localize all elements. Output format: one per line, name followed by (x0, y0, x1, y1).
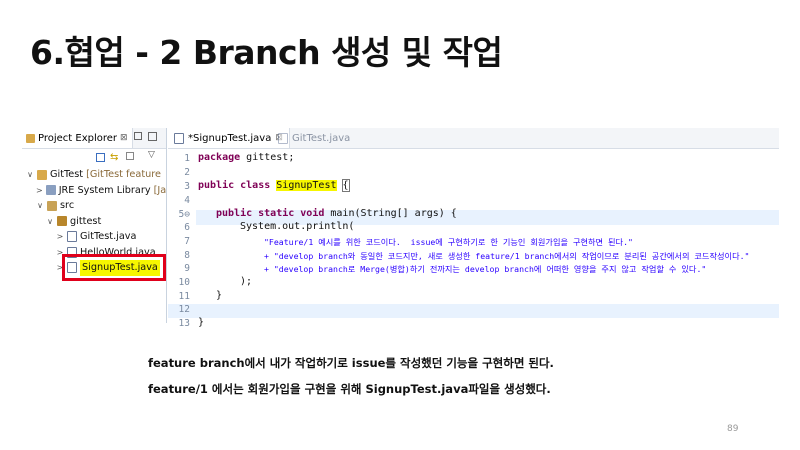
tree-item-src[interactable]: ∨ src (22, 198, 166, 214)
line-number: 10 (178, 277, 190, 288)
page-number: 89 (727, 424, 739, 434)
tree-item-label: GitTest (50, 169, 84, 180)
link-with-editor-icon[interactable]: ⇆ (110, 152, 118, 163)
tree-item-gittest-project[interactable]: ∨ GitTest [GitTest feature (22, 167, 166, 183)
line-number: 5⊖ (178, 209, 190, 220)
slide-title: 6.협업 - 2 Branch 생성 및 작업 (30, 33, 503, 72)
java-file-icon (174, 132, 184, 144)
line-number: 6 (184, 222, 190, 233)
code-editor: *SignupTest.java ⊠ GitTest.java 1 2 3 4 … (168, 128, 779, 329)
code-line-13: } (198, 317, 204, 328)
tab-gittest[interactable]: GitTest.java (272, 128, 356, 148)
code-line-3: public class SignupTest { (198, 179, 350, 192)
tab-project-explorer[interactable]: Project Explorer ⊠ (22, 128, 133, 148)
tree-item-decoration: [GitTest feature (86, 169, 161, 180)
tree-item-decoration: [Jav (153, 184, 167, 196)
package-icon (57, 216, 67, 227)
library-icon (45, 185, 56, 196)
code-text: gittest; (240, 152, 295, 163)
tree-item-jre[interactable]: > JRE System Library [Jav (22, 183, 166, 199)
explorer-toolbar: ⇆ ▽ (22, 149, 166, 167)
tab-label: GitTest.java (292, 132, 351, 144)
caption-line-2: feature/1 에서는 회원가입을 구현을 위해 SignupTest.ja… (148, 382, 551, 396)
code-line-1: package gittest; (198, 152, 294, 163)
tree-item-label: gittest (70, 215, 102, 227)
code-line-7: "Feature/1 예시를 위한 코드이다. issue에 구현하기로 한 기… (264, 236, 633, 248)
code-string: + "develop branch로 Merge(병합)하기 전까지는 deve… (264, 264, 707, 274)
line-13-highlight (168, 304, 779, 318)
line-number: 12 (178, 304, 190, 315)
collapse-all-icon[interactable] (96, 153, 105, 162)
tab-label: *SignupTest.java (188, 132, 272, 144)
project-explorer: Project Explorer ⊠ ⇆ ▽ ∨ GitTest [GitTes… (22, 128, 167, 323)
matching-brace: { (341, 179, 350, 192)
code-text: ); (240, 276, 253, 287)
minimize-icon[interactable] (134, 132, 142, 140)
code-text: } (216, 290, 223, 301)
code-keyword: public class (198, 180, 271, 191)
line-number: 2 (184, 167, 190, 178)
view-menu-icon[interactable] (126, 152, 134, 160)
tree-item-gittest-java[interactable]: > GitTest.java (22, 229, 166, 245)
line-number: 4 (184, 195, 190, 206)
code-string: + "develop branch와 동일한 코드지만, 새로 생성한 feat… (264, 251, 750, 261)
line-number: 11 (178, 291, 190, 302)
java-file-icon (278, 132, 288, 144)
code-text: main(String[] args) { (324, 208, 457, 219)
line-number: 7 (184, 236, 190, 247)
chevron-down-icon[interactable]: ▽ (148, 150, 155, 160)
class-name-occurrence: SignupTest (276, 180, 337, 191)
editor-tab-bar: *SignupTest.java ⊠ GitTest.java (168, 128, 779, 149)
code-line-8: + "develop branch와 동일한 코드지만, 새로 생성한 feat… (264, 250, 749, 262)
eclipse-screenshot: Project Explorer ⊠ ⇆ ▽ ∨ GitTest [GitTes… (22, 128, 779, 329)
code-string: "Feature/1 예시를 위한 코드이다. issue에 구현하기로 한 기… (264, 237, 633, 247)
code-text: } (198, 317, 205, 328)
chevron-down-icon[interactable]: ∨ (26, 167, 34, 183)
code-line-9: + "develop branch로 Merge(병합)하기 전까지는 deve… (264, 263, 706, 275)
line-number: 9 (184, 263, 190, 274)
code-line-6: System.out.println( (240, 221, 354, 232)
line-number: 13 (178, 318, 190, 329)
caption-line-1: feature branch에서 내가 작업하기로 issue를 작성했던 기능… (148, 356, 554, 370)
java-file-icon (67, 231, 77, 243)
chevron-down-icon[interactable]: ∨ (36, 198, 44, 214)
tree-item-label: JRE System Library (58, 184, 151, 196)
project-icon (37, 169, 47, 180)
code-line-10: ); (240, 276, 252, 287)
chevron-right-icon[interactable]: > (36, 183, 43, 199)
tab-label: Project Explorer (38, 132, 118, 144)
line-number: 8 (184, 250, 190, 261)
tree-item-package[interactable]: ∨ gittest (22, 214, 166, 230)
tree-item-label: GitTest.java (80, 231, 137, 242)
line-number: 3 (184, 181, 190, 192)
chevron-down-icon[interactable]: ∨ (46, 214, 54, 230)
chevron-right-icon[interactable]: > (56, 229, 64, 245)
code-line-5: public static void main(String[] args) { (216, 208, 457, 219)
close-icon[interactable]: ⊠ (120, 133, 128, 143)
code-keyword: package (198, 152, 241, 163)
code-line-11: } (216, 290, 222, 301)
highlight-box (62, 254, 166, 281)
line-number: 1 (184, 153, 190, 164)
code-text: System.out.println( (240, 221, 355, 232)
code-area[interactable]: 1 2 3 4 5⊖ 6 7 8 9 10 11 12 13 package g… (168, 149, 779, 329)
explorer-tab-bar: Project Explorer ⊠ (22, 128, 166, 149)
code-keyword: public static void (216, 208, 325, 219)
source-folder-icon (47, 200, 57, 211)
tree-item-label: src (60, 200, 75, 211)
maximize-icon[interactable] (148, 132, 157, 141)
explorer-icon (26, 133, 35, 143)
